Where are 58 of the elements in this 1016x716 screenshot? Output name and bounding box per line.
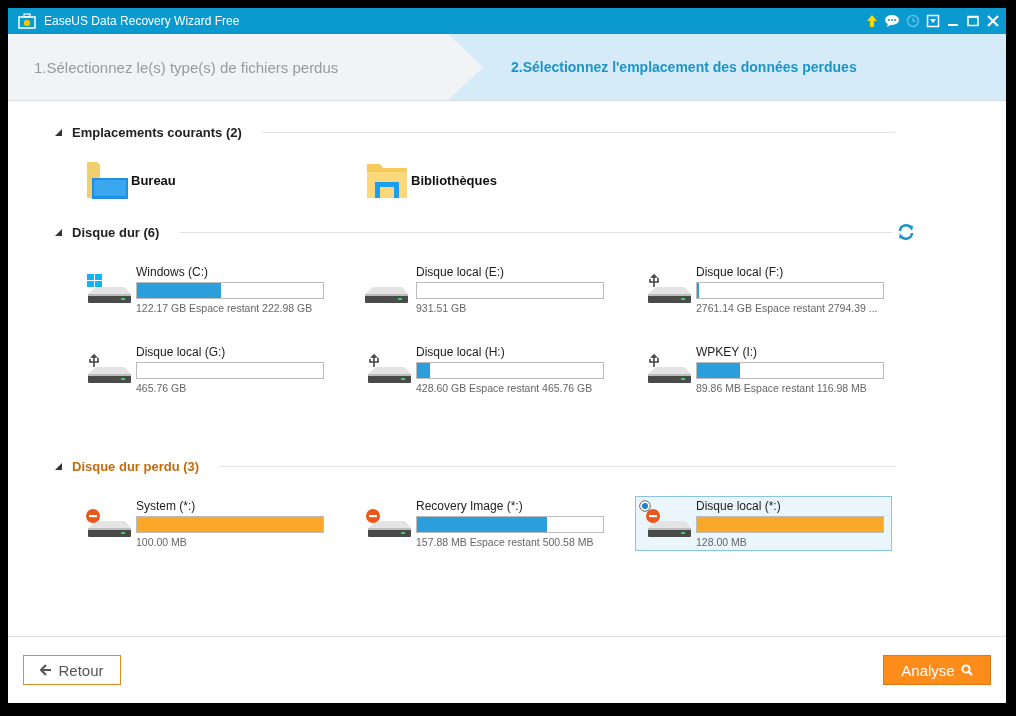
drive-size-text: 2761.14 GB Espace restant 2794.39 ... (696, 301, 879, 314)
section-title: Disque dur (6) (72, 224, 160, 240)
drive-name: Recovery Image (*:) (416, 498, 524, 514)
section-title: Disque dur perdu (3) (72, 458, 200, 474)
radio-button-selected[interactable] (639, 499, 651, 512)
hard-drive-icon (365, 287, 408, 303)
drive-name: Disque local (*:) (696, 498, 782, 514)
window-title: EaseUS Data Recovery Wizard Free (44, 14, 241, 28)
dropdown-menu-icon[interactable] (926, 14, 940, 28)
drive-name: Disque local (G:) (136, 344, 227, 360)
drive-item[interactable]: Disque local (F:) 2761.14 GB Espace restant 2794.39 ... (635, 261, 892, 317)
drive-name: Windows (C:) (136, 264, 209, 280)
drive-error-icon (85, 508, 132, 538)
drive-size-text: 157.88 MB Espace restant 500.58 MB (416, 535, 595, 548)
section-title: Emplacements courants (2) (72, 124, 242, 140)
drive-name: Disque local (F:) (696, 264, 785, 280)
upgrade-arrow-icon[interactable] (866, 14, 878, 28)
close-icon[interactable] (986, 14, 1000, 28)
usb-drive-icon (85, 354, 132, 384)
drive-size-text: 89.86 MB Espace restant 116.98 MB (696, 381, 868, 394)
maximize-icon[interactable] (966, 14, 980, 28)
drive-name: System (*:) (136, 498, 197, 514)
drive-item[interactable]: Disque local (H:) 428.60 GB Espace restant 465.76 GB (355, 341, 612, 397)
desktop-folder-icon[interactable] (85, 160, 129, 200)
arrow-left-icon (40, 664, 53, 676)
drive-name: Disque local (H:) (416, 344, 506, 360)
location-name[interactable]: Bibliothèques (411, 172, 497, 188)
expanded-triangle-icon[interactable] (55, 462, 62, 470)
usb-drive-icon (645, 354, 692, 384)
expanded-triangle-icon[interactable] (55, 228, 62, 236)
wizard-step: 1.Sélectionnez le(s) type(s) de fichiers perdus (8, 34, 483, 100)
drive-item[interactable]: Disque local (*:) 128.00 MB (635, 495, 892, 551)
drive-windows-icon (85, 274, 132, 304)
expanded-triangle-icon[interactable] (55, 128, 62, 136)
drive-size-text: 428.60 GB Espace restant 465.76 GB (416, 381, 594, 394)
drive-item[interactable]: Disque local (E:) 931.51 GB (355, 261, 612, 317)
drive-item[interactable]: WPKEY (I:) 89.86 MB Espace restant 116.98 MB (635, 341, 892, 397)
usb-drive-icon (645, 274, 692, 304)
drive-size-text: 931.51 GB (416, 301, 468, 314)
drive-name: WPKEY (I:) (696, 344, 759, 360)
drive-item[interactable]: Recovery Image (*:) 157.88 MB Espace restant 500.58 MB (355, 495, 612, 551)
back-button[interactable]: Retour (23, 655, 121, 685)
chat-icon[interactable] (884, 14, 900, 28)
drive-size-text: 100.00 MB (136, 535, 188, 548)
drive-size-text: 122.17 GB Espace restant 222.98 GB (136, 301, 314, 314)
usb-drive-icon (365, 354, 412, 384)
drive-item[interactable]: System (*:) 100.00 MB (75, 495, 332, 551)
toolbox-icon (18, 13, 36, 29)
drive-error-icon (645, 508, 692, 538)
location-name[interactable]: Bureau (131, 172, 176, 188)
drive-size-text: 128.00 MB (696, 535, 748, 548)
search-icon (960, 664, 973, 676)
refresh-icon[interactable] (897, 223, 915, 241)
drive-name: Disque local (E:) (416, 264, 506, 280)
drive-item[interactable]: Disque local (G:) 465.76 GB (75, 341, 332, 397)
drive-size-text: 465.76 GB (136, 381, 188, 394)
drive-item[interactable]: Windows (C:) 122.17 GB Espace restant 222.98 GB (75, 261, 332, 317)
drive-error-icon (365, 508, 412, 538)
